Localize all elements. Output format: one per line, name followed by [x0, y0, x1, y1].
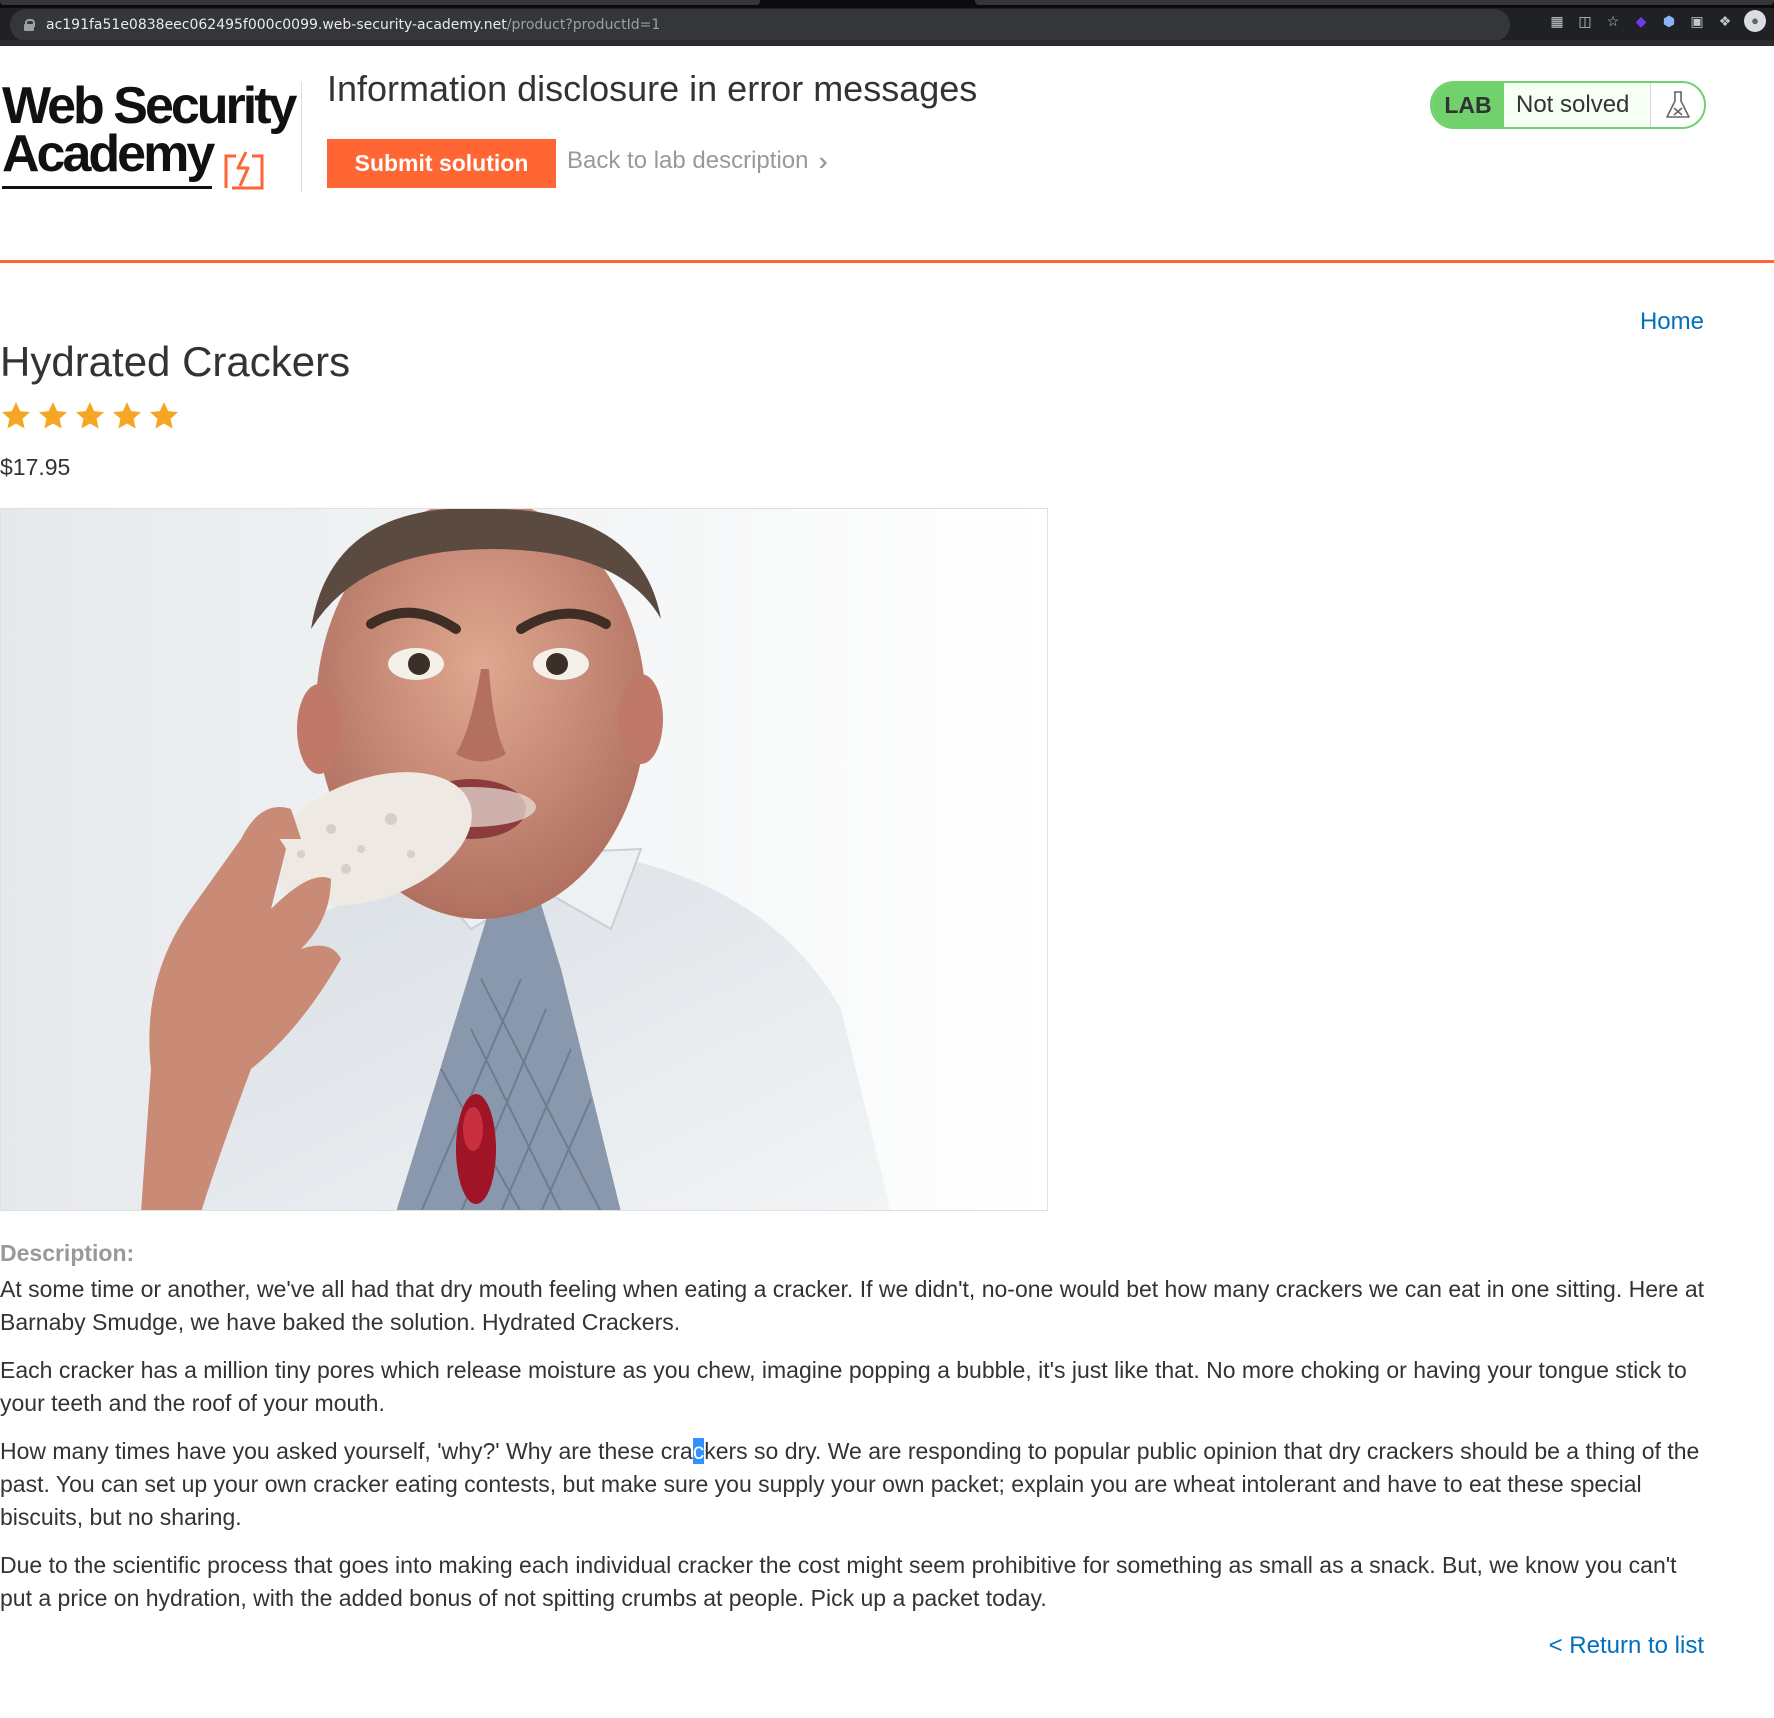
- translate-icon[interactable]: ◫: [1576, 12, 1594, 30]
- product-image: [0, 508, 1048, 1211]
- qr-code-icon[interactable]: ▦: [1548, 12, 1566, 30]
- back-to-lab-description-link[interactable]: Back to lab description ››: [567, 146, 830, 176]
- logo-underline: [2, 186, 212, 189]
- browser-actions: ▦ ◫ ☆ ◆ ⬢ ▣ ❖ ●: [1548, 10, 1766, 32]
- star-icon: [76, 402, 104, 429]
- profile-avatar-icon[interactable]: ●: [1744, 10, 1766, 32]
- star-icon: [113, 402, 141, 429]
- lab-tag: LAB: [1432, 83, 1504, 127]
- url-path: /product?productId=1: [506, 17, 661, 33]
- extension-purple-icon[interactable]: ◆: [1632, 12, 1650, 30]
- description-paragraph: At some time or another, we've all had t…: [0, 1276, 1705, 1335]
- product-price: $17.95: [0, 454, 71, 480]
- description-paragraph: Due to the scientific process that goes …: [0, 1552, 1677, 1611]
- product-title: Hydrated Crackers: [0, 338, 351, 385]
- return-to-list-link[interactable]: < Return to list: [1549, 1632, 1704, 1660]
- logo-line2: Academy: [2, 125, 215, 183]
- lock-icon[interactable]: [24, 19, 35, 31]
- description-paragraph: How many times have you asked yourself, …: [0, 1435, 1706, 1534]
- bookmark-star-icon[interactable]: ☆: [1604, 12, 1622, 30]
- double-chevron-right-icon: ››: [818, 146, 830, 176]
- lab-status-widget: LAB Not solved: [1430, 81, 1706, 129]
- home-link[interactable]: Home: [1640, 308, 1704, 336]
- academy-logo[interactable]: Web Security Academy: [0, 76, 300, 236]
- text-selection-highlight: c: [692, 1438, 705, 1464]
- extension-gray-icon[interactable]: ▣: [1688, 12, 1706, 30]
- logo-divider: [301, 82, 302, 192]
- back-link-label: Back to lab description: [567, 147, 809, 174]
- star-icon: [150, 402, 178, 429]
- browser-toolbar: ac191fa51e0838eec062495f000c0099.web-sec…: [0, 0, 1774, 46]
- paragraph-text: How many times have you asked yourself, …: [0, 1438, 693, 1464]
- star-icon: [2, 402, 30, 429]
- url-host: ac191fa51e0838eec062495f000c0099.web-sec…: [46, 17, 507, 33]
- academy-header: Web Security Academy Information disclos…: [0, 46, 1774, 263]
- description-paragraph: Each cracker has a million tiny pores wh…: [0, 1357, 1687, 1416]
- lab-title: Information disclosure in error messages: [327, 68, 978, 109]
- star-icon: [39, 402, 67, 429]
- extension-blue-icon[interactable]: ⬢: [1660, 12, 1678, 30]
- submit-solution-button[interactable]: Submit solution: [327, 139, 556, 188]
- product-photo: [1, 509, 1047, 1210]
- lab-status-text: Not solved: [1516, 91, 1630, 118]
- rating-stars: [0, 400, 180, 432]
- logo-bolt-icon: [224, 151, 264, 190]
- product-description: At some time or another, we've all had t…: [0, 1273, 1706, 1630]
- address-bar[interactable]: ac191fa51e0838eec062495f000c0099.web-sec…: [10, 9, 1510, 41]
- header-divider: [0, 260, 1774, 263]
- flask-icon: [1650, 83, 1704, 127]
- extensions-puzzle-icon[interactable]: ❖: [1716, 12, 1734, 30]
- tab-strip: [0, 0, 1774, 8]
- flask-icon-graphic: [1665, 91, 1690, 118]
- description-label: Description:: [0, 1240, 135, 1266]
